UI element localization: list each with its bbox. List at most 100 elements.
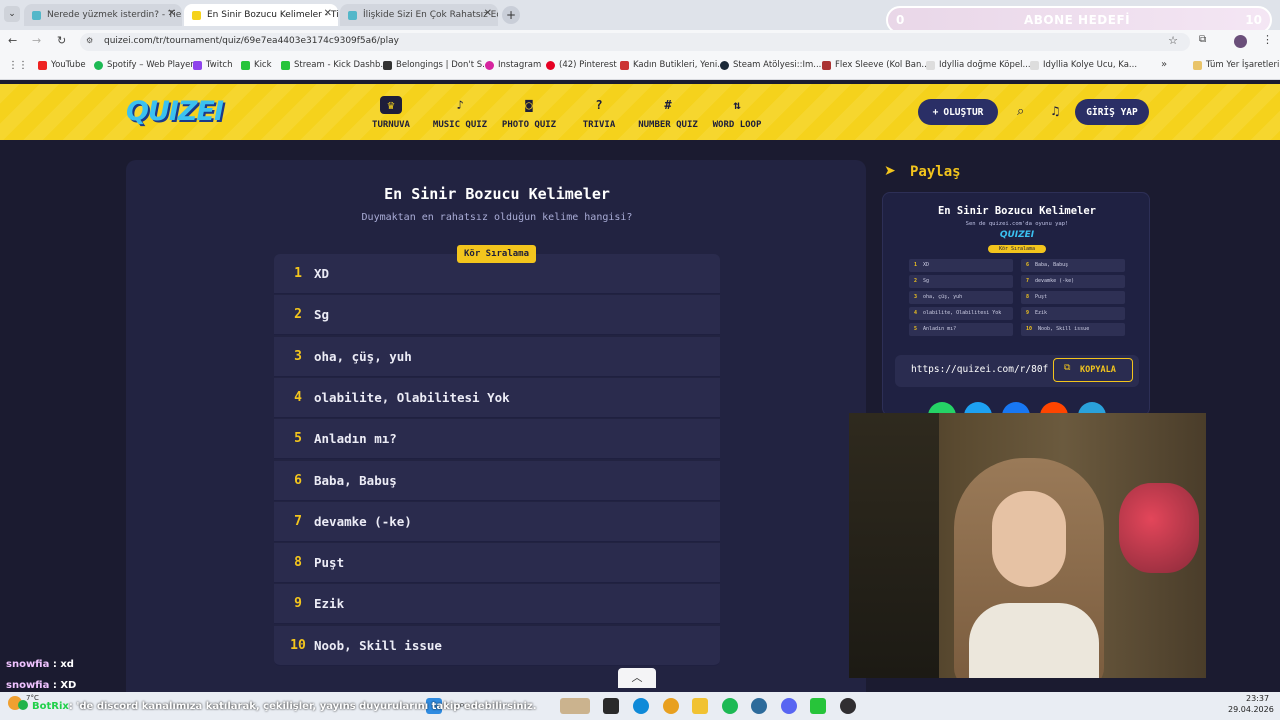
back-icon[interactable]: ← [8, 34, 17, 47]
kick-icon[interactable] [810, 698, 826, 714]
preview-row: 5 Anladın mı? [909, 323, 1013, 336]
bookmark-instagram[interactable]: Instagram [485, 60, 541, 70]
preview-row: 3 oha, çüş, yuh [909, 291, 1013, 304]
copy-button[interactable]: ⧉ KOPYALA [1053, 358, 1133, 382]
taskbar-time: 23:37 [1246, 694, 1270, 703]
reload-icon[interactable]: ↻ [57, 34, 66, 47]
notification-bell-icon[interactable]: ♫ [1050, 104, 1061, 118]
url-text: quizei.com/tr/tournament/quiz/69e7ea4403… [104, 36, 399, 46]
webcam-person-face [992, 491, 1066, 587]
ranking-number: 1 [294, 266, 302, 281]
extensions-icon[interactable]: ⧉ [1199, 34, 1206, 45]
close-icon[interactable]: ✕ [168, 8, 176, 19]
site-logo[interactable]: QUIZEI [126, 96, 224, 127]
new-tab-button[interactable]: + [502, 6, 520, 24]
nav-word-loop[interactable]: ⇅ WORD LOOP [702, 96, 772, 130]
profile-avatar[interactable] [1234, 35, 1247, 48]
ranking-text: XD [314, 266, 330, 281]
all-bookmarks[interactable]: Tüm Yer İşaretleri [1193, 60, 1279, 70]
bookmark-steam[interactable]: Steam Atölyesi::Im... [720, 60, 821, 70]
search-icon[interactable]: ⌕ [1017, 104, 1024, 119]
ranking-row[interactable]: 7 devamke (-ke) [274, 501, 720, 542]
discord-icon[interactable] [781, 698, 797, 714]
ranking-row[interactable]: 9 Ezik [274, 584, 720, 625]
chrome-icon[interactable] [663, 698, 679, 714]
ranking-row[interactable]: 6 Baba, Babuş [274, 460, 720, 501]
ranking-text: Anladın mı? [314, 431, 397, 447]
close-icon[interactable]: ✕ [484, 8, 492, 19]
browser-tab-1[interactable]: Nerede yüzmek isterdin? - Tier ✕ [24, 4, 182, 26]
preview-text: Baba, Babuş [1035, 262, 1069, 268]
url-field[interactable]: ⚙ quizei.com/tr/tournament/quiz/69e7ea44… [80, 33, 1190, 51]
nav-turnuva[interactable]: ♛ TURNUVA [356, 96, 426, 130]
chat-message: snowfia : XD [6, 680, 77, 691]
spotify-icon[interactable] [722, 698, 738, 714]
ranking-row[interactable]: 2 Sg [274, 295, 720, 336]
ranking-text: oha, çüş, yuh [314, 348, 412, 364]
browser-tab-2[interactable]: En Sinir Bozucu Kelimeler - Tier ✕ [184, 4, 338, 26]
bookmark-kick-dashboard[interactable]: Stream - Kick Dashb... [281, 60, 389, 70]
ranking-number: 7 [294, 513, 302, 529]
bookmark-belongings[interactable]: Belongings | Don't S... [383, 60, 490, 70]
preview-text: devamke (-ke) [1035, 278, 1075, 284]
bot-announcement-ticker: BotRix: 'de discord kanalımıza katılarak… [0, 700, 537, 716]
preview-rank: 7 [1026, 278, 1030, 284]
ranking-text: olabilite, Olabilitesi Yok [314, 389, 510, 405]
share-link-text[interactable]: https://quizei.com/r/80f [911, 364, 1048, 375]
menu-icon[interactable]: ⋮ [1262, 33, 1273, 46]
tab-list-button[interactable]: ⌄ [4, 6, 20, 22]
music-note-icon: ♪ [456, 98, 464, 112]
create-button[interactable]: + OLUŞTUR [918, 99, 998, 125]
bookmark-twitch[interactable]: Twitch [193, 60, 233, 70]
bookmark-idyllia-1[interactable]: Idyllia doğme Köpel... [926, 60, 1031, 70]
taskbar-widget[interactable] [560, 698, 590, 714]
file-explorer-icon[interactable] [692, 698, 708, 714]
bookmark-spotify[interactable]: Spotify – Web Player [94, 60, 194, 70]
login-button[interactable]: GİRİŞ YAP [1075, 99, 1149, 125]
tab-favicon [32, 10, 41, 20]
bookmark-kick[interactable]: Kick [241, 60, 272, 70]
apps-icon[interactable]: ⋮⋮ [8, 60, 28, 71]
ranking-row[interactable]: 4 olabilite, Olabilitesi Yok [274, 377, 720, 418]
bookmark-youtube[interactable]: YouTube [38, 60, 86, 70]
ranking-row[interactable]: 10 Noob, Skill issue [274, 625, 720, 666]
nav-number-quiz[interactable]: # NUMBER QUIZ [633, 96, 703, 130]
bookmark-flex-sleeve[interactable]: Flex Sleeve (Kol Ban... [822, 60, 930, 70]
ranking-text: Puşt [314, 555, 345, 571]
bookmark-star-icon[interactable]: ☆ [1168, 34, 1178, 47]
bookmark-idyllia-2[interactable]: Idyllia Kolye Ucu, Ka... [1030, 60, 1137, 70]
ranking-row[interactable]: 3 oha, çüş, yuh [274, 336, 720, 377]
tab-label: Nerede yüzmek isterdin? - Tier [47, 10, 182, 20]
site-info-icon[interactable]: ⚙ [86, 36, 93, 45]
quiz-title: En Sinir Bozucu Kelimeler [384, 185, 610, 203]
ranking-row[interactable]: 8 Puşt [274, 543, 720, 584]
browser-tab-3[interactable]: İlişkide Sizi En Çok Rahatsız Eden ✕ [340, 4, 498, 26]
preview-rank: 6 [1026, 262, 1030, 268]
close-icon[interactable]: ✕ [324, 8, 332, 19]
obs-icon[interactable] [840, 698, 856, 714]
preview-rank: 8 [1026, 294, 1030, 300]
share-card-badge: Kör Sıralama [988, 245, 1046, 253]
scroll-up-button[interactable]: ︿ [618, 668, 656, 688]
ranking-row[interactable]: 5 Anladın mı? [274, 419, 720, 460]
bookmark-pinterest[interactable]: (42) Pinterest [546, 60, 617, 70]
webcam-plush-toys [1119, 483, 1199, 573]
webcam-background-curtain [849, 413, 939, 678]
nav-photo-quiz[interactable]: ◙ PHOTO QUIZ [494, 96, 564, 130]
edge-icon[interactable] [633, 698, 649, 714]
task-view-icon[interactable] [603, 698, 619, 714]
steam-icon[interactable] [751, 698, 767, 714]
tab-label: İlişkide Sizi En Çok Rahatsız Eden [363, 10, 498, 20]
preview-text: olabilite, Olabilitesi Yok [923, 310, 1002, 316]
chat-text: xd [60, 659, 74, 670]
ranking-number: 6 [294, 472, 302, 488]
ranking-number: 3 [294, 348, 302, 364]
nav-music-quiz[interactable]: ♪ MUSIC QUIZ [425, 96, 495, 130]
forward-icon[interactable]: → [32, 34, 41, 47]
bookmarks-overflow-icon[interactable]: » [1161, 59, 1167, 70]
quiz-subtitle: Duymaktan en rahatsız olduğun kelime han… [361, 212, 633, 223]
nav-trivia[interactable]: ? TRIVIA [564, 96, 634, 130]
bookmark-kadin-butikleri[interactable]: Kadın Butikleri, Yeni... [620, 60, 725, 70]
preview-rank: 9 [1026, 310, 1030, 316]
preview-text: Anladın mı? [923, 326, 957, 332]
